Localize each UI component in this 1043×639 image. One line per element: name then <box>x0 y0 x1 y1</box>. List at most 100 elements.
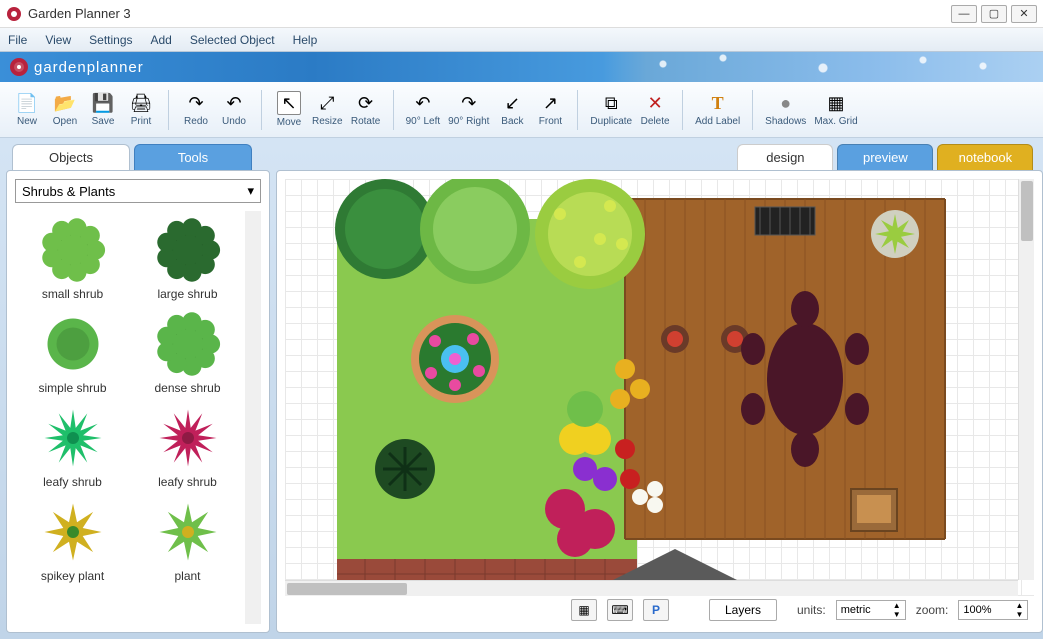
save-button[interactable]: 💾 Save <box>84 86 122 134</box>
toolbar-label: Duplicate <box>590 116 632 127</box>
units-select[interactable]: metric▲▼ <box>836 600 906 620</box>
right-panel: design preview notebook <box>276 144 1043 633</box>
tab-design[interactable]: design <box>737 144 833 170</box>
max-grid-button[interactable]: ▦Max. Grid <box>810 86 861 134</box>
tab-notebook[interactable]: notebook <box>937 144 1033 170</box>
category-select[interactable]: Shrubs & Plants ▾ <box>15 179 261 203</box>
toolbar-label: Open <box>53 116 77 127</box>
design-canvas[interactable] <box>285 179 1034 596</box>
object-plant[interactable]: plant <box>130 493 245 587</box>
maxgrid-icon: ▦ <box>825 92 847 114</box>
plant-icon <box>38 497 108 567</box>
canvas-scrollbar-horizontal[interactable] <box>285 580 1018 596</box>
chevron-down-icon: ▲▼ <box>893 601 901 619</box>
menu-view[interactable]: View <box>45 33 71 47</box>
tab-objects[interactable]: Objects <box>12 144 130 170</box>
save-icon: 💾 <box>92 92 114 114</box>
menu-add[interactable]: Add <box>151 33 172 47</box>
rotate-icon: ⟳ <box>355 92 377 114</box>
toolbar-label: Rotate <box>351 116 380 127</box>
toolbar-label: Resize <box>312 116 343 127</box>
brand-icon <box>10 58 28 76</box>
toolbar: 📄 New 📂Open 💾 Save 🖨Print ↷ Redo ↶ Undo ↖ Move ⤢ Resi… <box>0 82 1043 138</box>
90-left-button[interactable]: ↶90° Left <box>402 86 445 134</box>
toolbar-label: Save <box>92 116 115 127</box>
tab-tools[interactable]: Tools <box>134 144 252 170</box>
plant-icon <box>153 215 223 285</box>
new-icon: 📄 <box>16 92 38 114</box>
app-icon <box>6 6 22 22</box>
object-label: plant <box>174 569 200 583</box>
brand-header: gardenplanner <box>0 52 1043 82</box>
window-title: Garden Planner 3 <box>28 6 951 21</box>
delete-button[interactable]: ✕Delete <box>636 86 674 134</box>
maximize-button[interactable]: ▢ <box>981 5 1007 23</box>
duplicate-button[interactable]: ⧉Duplicate <box>586 86 636 134</box>
undo-button[interactable]: ↶ Undo <box>215 86 253 134</box>
object-simple-shrub[interactable]: simple shrub <box>15 305 130 399</box>
menu-help[interactable]: Help <box>293 33 318 47</box>
layers-button[interactable]: Layers <box>709 599 777 621</box>
resize-icon: ⤢ <box>316 92 338 114</box>
toolbar-label: New <box>17 116 37 127</box>
object-label: leafy shrub <box>43 475 102 489</box>
object-large-shrub[interactable]: large shrub <box>130 211 245 305</box>
plant-icon <box>153 403 223 473</box>
plant-icon <box>153 309 223 379</box>
plant-icon <box>38 403 108 473</box>
menu-selected-object[interactable]: Selected Object <box>190 33 275 47</box>
front-icon: ↗ <box>539 92 561 114</box>
rotate-button[interactable]: ⟳ Rotate <box>347 86 385 134</box>
rotright-icon: ↷ <box>458 92 480 114</box>
back-button[interactable]: ↙ Back <box>493 86 531 134</box>
menu-settings[interactable]: Settings <box>89 33 132 47</box>
back-icon: ↙ <box>501 92 523 114</box>
properties-button[interactable]: P <box>643 599 669 621</box>
90-right-button[interactable]: ↷ 90° Right <box>444 86 493 134</box>
chevron-down-icon: ▾ <box>247 183 254 199</box>
zoom-label: zoom: <box>916 603 949 617</box>
shadows-button[interactable]: ●Shadows <box>761 86 810 134</box>
object-dense-shrub[interactable]: dense shrub <box>130 305 245 399</box>
canvas-scrollbar-vertical[interactable] <box>1018 179 1034 580</box>
object-label: simple shrub <box>38 381 106 395</box>
toolbar-label: Add Label <box>695 116 740 127</box>
object-label: spikey plant <box>41 569 104 583</box>
close-button[interactable]: ✕ <box>1011 5 1037 23</box>
redo-button[interactable]: ↷ Redo <box>177 86 215 134</box>
status-bar: ▦ ⌨ P Layers units: metric▲▼ zoom: 100%▲… <box>285 596 1034 624</box>
object-small-shrub[interactable]: small shrub <box>15 211 130 305</box>
tab-preview[interactable]: preview <box>837 144 933 170</box>
undo-icon: ↶ <box>223 92 245 114</box>
toolbar-label: 90° Right <box>448 116 489 127</box>
rotleft-icon: ↶ <box>412 92 434 114</box>
add-label-button[interactable]: T Add Label <box>691 86 744 134</box>
grid-toggle-button[interactable]: ▦ <box>571 599 597 621</box>
print-button[interactable]: 🖨Print <box>122 86 160 134</box>
move-button[interactable]: ↖ Move <box>270 86 308 134</box>
redo-icon: ↷ <box>185 92 207 114</box>
front-button[interactable]: ↗Front <box>531 86 569 134</box>
plant-icon <box>38 215 108 285</box>
toolbar-label: Undo <box>222 116 246 127</box>
object-spikey-plant[interactable]: spikey plant <box>15 493 130 587</box>
move-icon: ↖ <box>277 91 301 115</box>
toolbar-label: Redo <box>184 116 208 127</box>
resize-button[interactable]: ⤢ Resize <box>308 86 347 134</box>
chevron-down-icon: ▲▼ <box>1015 601 1023 619</box>
ruler-toggle-button[interactable]: ⌨ <box>607 599 633 621</box>
object-leafy-shrub[interactable]: leafy shrub <box>130 399 245 493</box>
new-button[interactable]: 📄 New <box>8 86 46 134</box>
object-leafy-shrub[interactable]: leafy shrub <box>15 399 130 493</box>
addlabel-icon: T <box>707 92 729 114</box>
category-label: Shrubs & Plants <box>22 184 115 199</box>
open-button[interactable]: 📂Open <box>46 86 84 134</box>
print-icon: 🖨 <box>130 92 152 114</box>
menu-file[interactable]: File <box>8 33 27 47</box>
toolbar-label: Back <box>501 116 523 127</box>
minimize-button[interactable]: — <box>951 5 977 23</box>
zoom-select[interactable]: 100%▲▼ <box>958 600 1028 620</box>
toolbar-label: Move <box>277 117 301 128</box>
titlebar: Garden Planner 3 — ▢ ✕ <box>0 0 1043 28</box>
object-label: dense shrub <box>154 381 220 395</box>
